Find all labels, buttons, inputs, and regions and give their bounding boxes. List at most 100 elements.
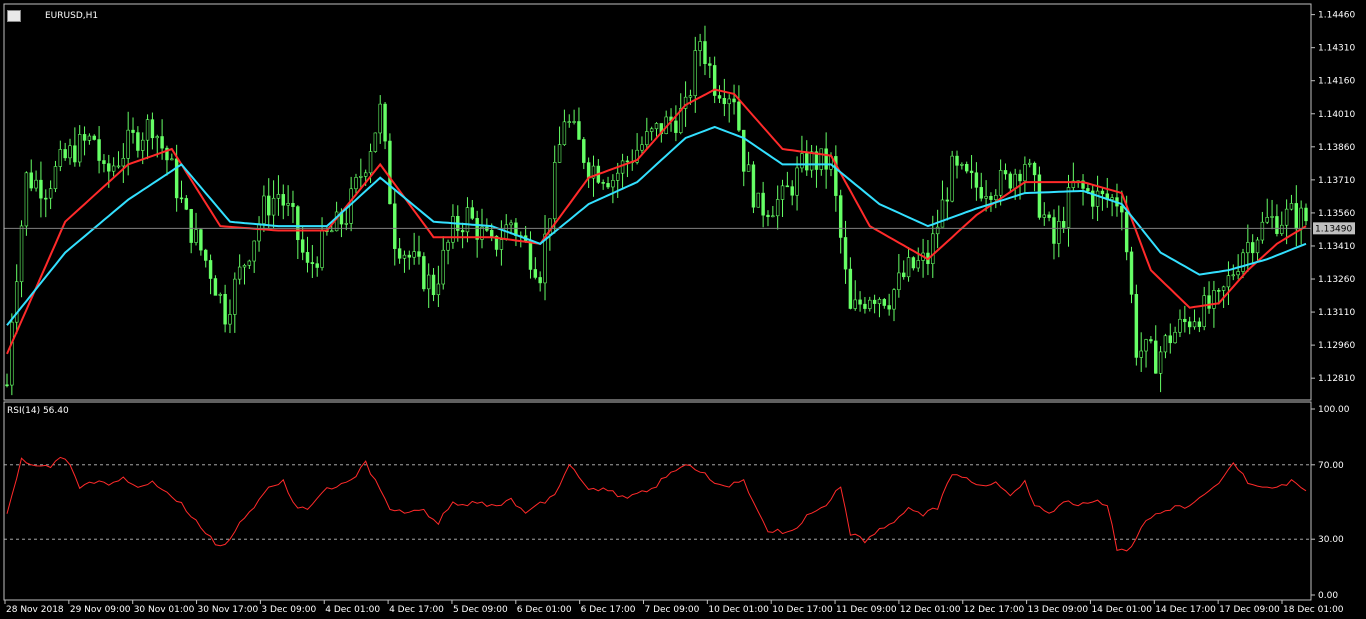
candle bbox=[34, 170, 38, 192]
current-price-label: 1.13490 bbox=[1315, 224, 1352, 234]
candle-body bbox=[73, 145, 77, 163]
time-tick-label: 28 Nov 2018 bbox=[6, 605, 64, 615]
time-tick-label: 30 Nov 01:00 bbox=[134, 605, 195, 615]
candle bbox=[73, 127, 77, 167]
candle-body bbox=[1057, 221, 1061, 244]
candle-body bbox=[291, 203, 295, 207]
candle bbox=[611, 174, 615, 204]
price-tick-label: 1.14160 bbox=[1318, 77, 1355, 87]
candle-body bbox=[1260, 221, 1265, 241]
candle-body bbox=[1197, 321, 1202, 327]
candle-body bbox=[1134, 294, 1139, 358]
candle bbox=[1032, 161, 1037, 192]
candle-body bbox=[68, 145, 72, 159]
candle-body bbox=[853, 299, 857, 309]
candle-body bbox=[809, 151, 814, 171]
candle bbox=[1091, 185, 1095, 220]
candle bbox=[373, 132, 378, 153]
candle-body bbox=[698, 41, 702, 51]
candle-body bbox=[126, 129, 130, 159]
candle bbox=[538, 271, 542, 292]
window-icon[interactable] bbox=[7, 10, 21, 22]
candle bbox=[1100, 188, 1105, 211]
candle bbox=[577, 107, 581, 140]
candle bbox=[431, 268, 436, 302]
candle bbox=[805, 140, 809, 176]
candle bbox=[1158, 346, 1163, 393]
candle-body bbox=[945, 199, 950, 202]
candle-body bbox=[5, 384, 9, 387]
candle-body bbox=[567, 121, 571, 123]
chart-canvas[interactable]: 1.13490 1.14460 1.14310 1.14160 1.14010 1.138… bbox=[0, 0, 1366, 619]
candle bbox=[649, 126, 654, 141]
candle-body bbox=[179, 197, 184, 200]
candle-body bbox=[654, 123, 659, 130]
candle bbox=[470, 199, 475, 221]
candle-body bbox=[805, 153, 809, 171]
candle bbox=[315, 256, 319, 277]
candle-body bbox=[412, 251, 416, 258]
candle bbox=[892, 288, 896, 322]
candle bbox=[693, 36, 697, 113]
candle bbox=[1163, 333, 1168, 359]
price-panel[interactable] bbox=[4, 25, 1311, 396]
candle bbox=[194, 212, 198, 246]
candle-body bbox=[368, 151, 373, 174]
candle-body bbox=[417, 251, 421, 257]
candle bbox=[625, 155, 630, 178]
candle-body bbox=[1032, 162, 1037, 176]
chart-title: EURUSD,H1 bbox=[45, 11, 99, 21]
candle-body bbox=[1270, 216, 1274, 218]
candle bbox=[77, 125, 82, 167]
candle-body bbox=[53, 166, 58, 190]
candle bbox=[557, 126, 562, 163]
candle bbox=[955, 150, 959, 179]
candle bbox=[296, 205, 300, 260]
candle bbox=[945, 187, 950, 221]
candle-body bbox=[451, 216, 455, 243]
candle bbox=[712, 56, 717, 104]
candle-body bbox=[422, 256, 426, 290]
rsi-tick-label: 70.00 bbox=[1318, 461, 1344, 471]
candle bbox=[1202, 286, 1206, 331]
candle bbox=[533, 257, 538, 280]
candle bbox=[422, 252, 426, 292]
candle-body bbox=[509, 222, 513, 226]
candle-body bbox=[320, 229, 324, 268]
candle bbox=[97, 126, 101, 174]
candle-body bbox=[286, 203, 290, 206]
candle bbox=[344, 208, 349, 231]
candle bbox=[451, 204, 455, 249]
rsi-panel[interactable] bbox=[4, 456, 1311, 552]
candle bbox=[460, 222, 465, 249]
candle bbox=[29, 159, 33, 192]
candle-body bbox=[441, 249, 445, 285]
candle-body bbox=[863, 303, 867, 309]
price-tick-label: 1.14010 bbox=[1318, 110, 1355, 120]
candle bbox=[475, 210, 479, 258]
candle-body bbox=[1280, 224, 1284, 234]
candle bbox=[960, 162, 964, 170]
candle bbox=[150, 112, 155, 150]
candle bbox=[1003, 163, 1008, 180]
candle bbox=[979, 172, 983, 202]
candle bbox=[775, 185, 780, 230]
candle-body bbox=[39, 179, 43, 199]
candle-body bbox=[242, 264, 247, 268]
candle bbox=[519, 231, 523, 248]
candle-body bbox=[1221, 286, 1226, 291]
candle-body bbox=[160, 136, 164, 149]
candle-body bbox=[645, 131, 649, 146]
candle bbox=[824, 132, 828, 189]
candle-body bbox=[82, 134, 87, 141]
candle bbox=[727, 94, 731, 123]
candle-body bbox=[771, 215, 775, 218]
candle-body bbox=[1066, 187, 1071, 228]
candle bbox=[1299, 200, 1303, 245]
candle-body bbox=[1154, 340, 1158, 374]
candle bbox=[630, 149, 634, 171]
candle-body bbox=[121, 158, 126, 167]
candle bbox=[897, 254, 901, 298]
candle-body bbox=[994, 194, 998, 200]
candle bbox=[131, 117, 135, 144]
